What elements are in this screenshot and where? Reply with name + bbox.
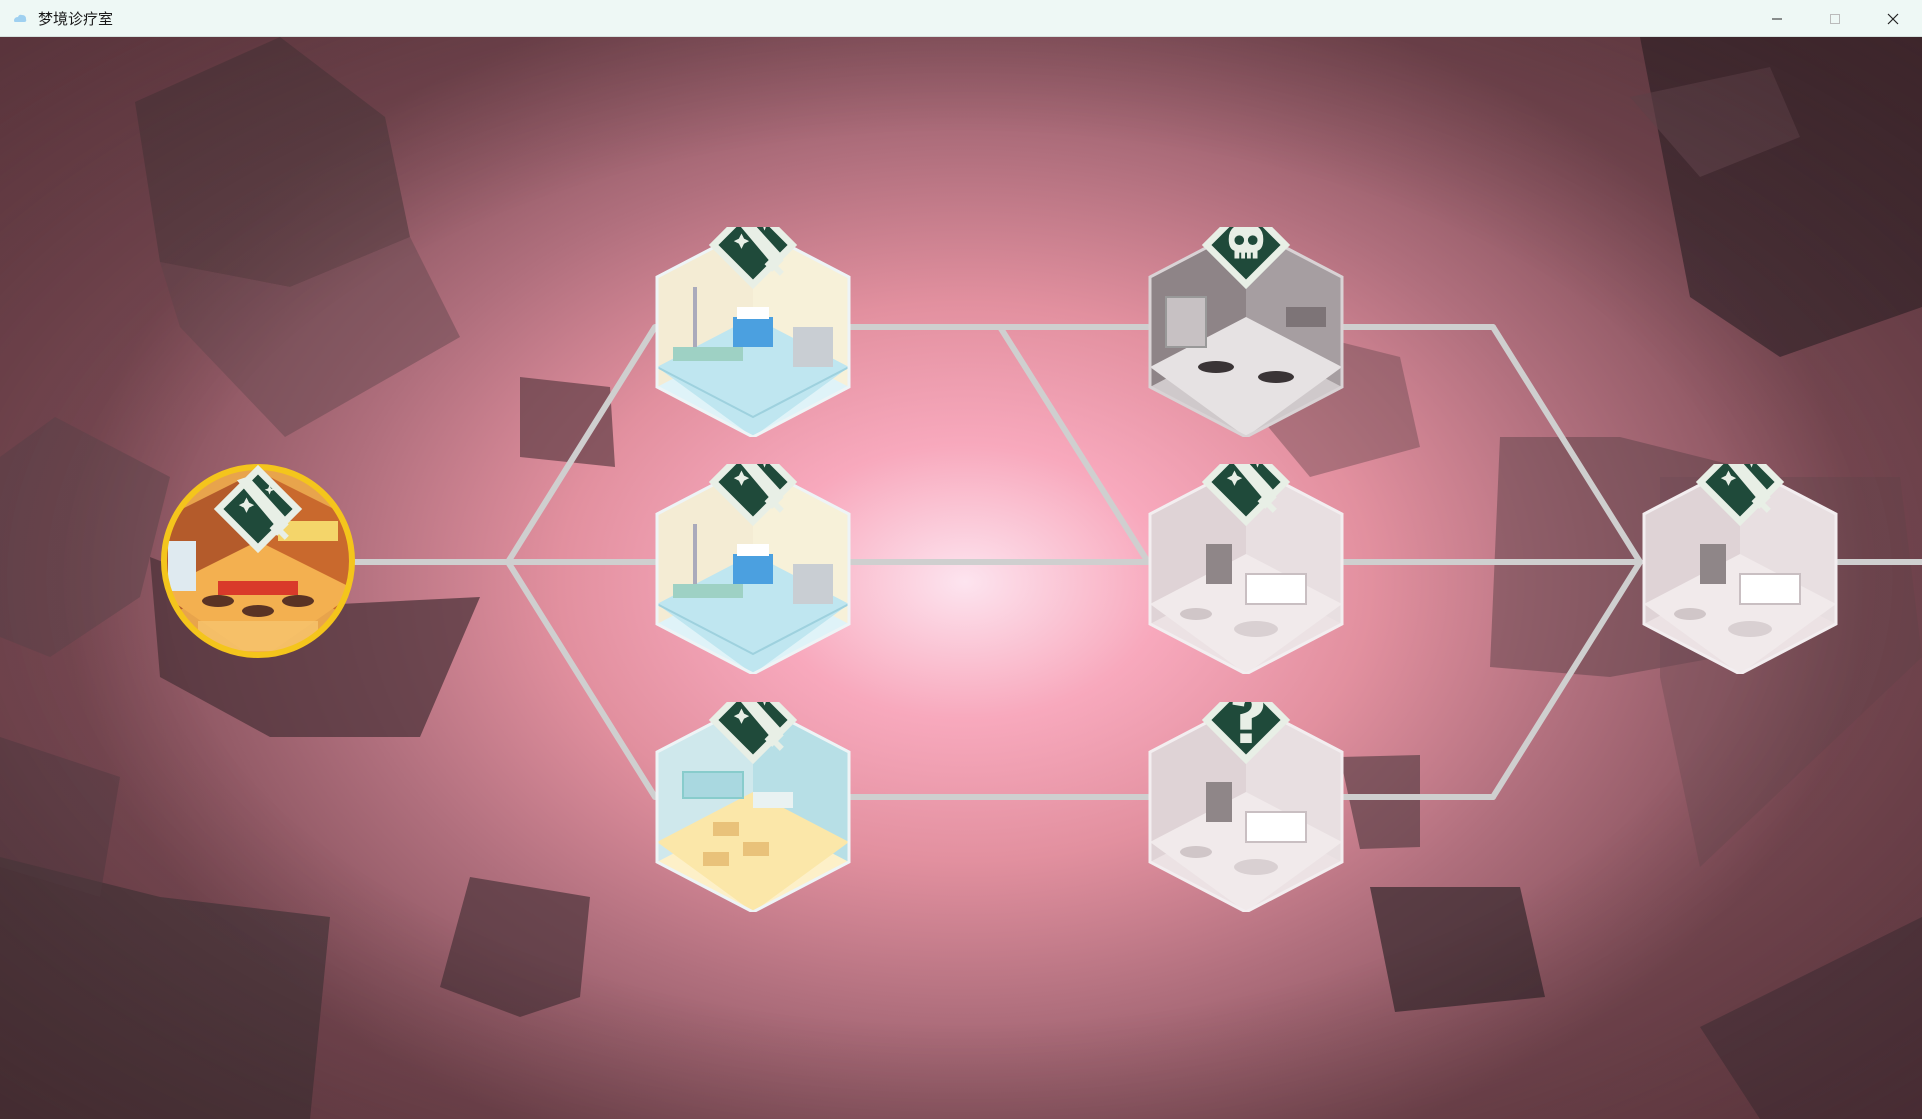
maximize-button[interactable]: [1806, 0, 1864, 37]
map-node-col2-mid[interactable]: [1146, 464, 1346, 674]
map-node-start[interactable]: [158, 461, 358, 661]
title-bar: 梦境诊疗室: [0, 0, 1922, 37]
map-node-col3[interactable]: [1640, 464, 1840, 674]
minimize-icon: [1772, 18, 1782, 19]
maximize-icon: [1830, 13, 1840, 24]
map-node-col1-top[interactable]: [653, 227, 853, 437]
map-node-col1-bottom[interactable]: [653, 702, 853, 912]
close-button[interactable]: [1864, 0, 1922, 37]
dream-map: [0, 37, 1922, 1119]
map-node-col1-mid[interactable]: [653, 464, 853, 674]
close-icon: [1887, 13, 1899, 24]
map-node-col2-top[interactable]: [1146, 227, 1346, 437]
window-title: 梦境诊疗室: [38, 9, 114, 28]
map-node-col2-bottom[interactable]: [1146, 702, 1346, 912]
app-icon: [14, 14, 27, 22]
minimize-button[interactable]: [1748, 0, 1806, 37]
window-controls: [1748, 0, 1922, 37]
